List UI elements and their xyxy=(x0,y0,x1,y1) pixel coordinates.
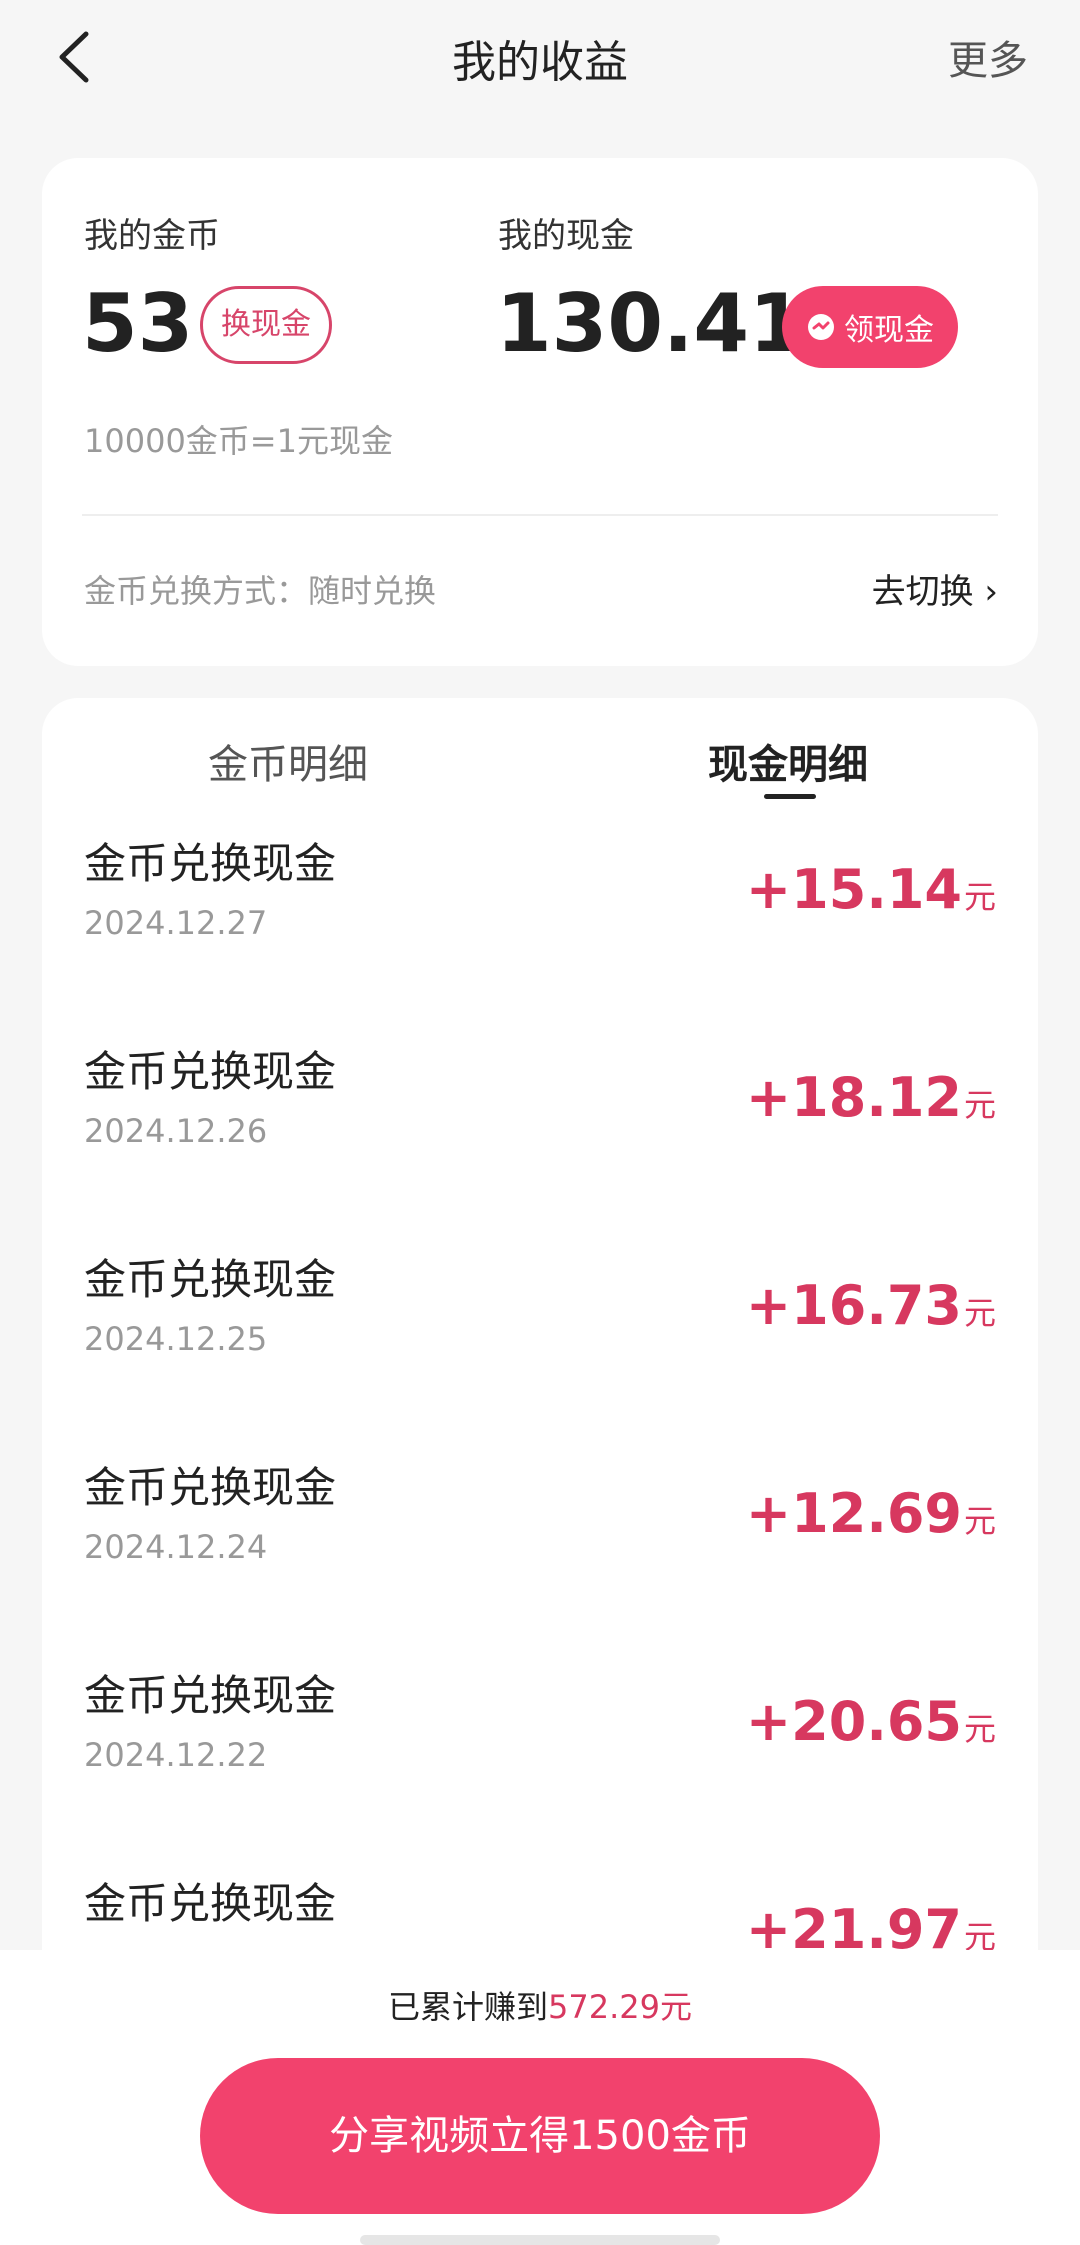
tab-cash-details[interactable]: 现金明细 xyxy=(708,732,868,790)
record-title: 金币兑换现金 xyxy=(84,1879,337,1928)
active-tab-indicator xyxy=(764,794,816,799)
cash-balance: 130.41 xyxy=(496,277,805,370)
coin-label: 我的金币 xyxy=(84,216,220,256)
list-item[interactable]: 金币兑换现金 2024.12.27 +15.14元 xyxy=(42,836,1038,1044)
tab-coin-details[interactable]: 金币明细 xyxy=(208,732,368,790)
list-item[interactable]: 金币兑换现金 2024.12.22 +20.65元 xyxy=(42,1668,1038,1876)
record-title: 金币兑换现金 xyxy=(84,1463,337,1512)
record-date: 2024.12.24 xyxy=(84,1528,268,1566)
claim-cash-label: 领现金 xyxy=(844,313,934,348)
record-amount: +18.12元 xyxy=(745,1066,996,1129)
record-date: 2024.12.27 xyxy=(84,904,268,942)
list-item[interactable]: 金币兑换现金 2024.12.25 +16.73元 xyxy=(42,1252,1038,1460)
record-date: 2024.12.25 xyxy=(84,1320,268,1358)
record-amount: +16.73元 xyxy=(745,1274,996,1337)
record-date: 2024.12.26 xyxy=(84,1112,268,1150)
cash-record-list: 金币兑换现金 2024.12.27 +15.14元 金币兑换现金 2024.12… xyxy=(42,836,1038,2018)
home-indicator xyxy=(360,2235,720,2245)
record-title: 金币兑换现金 xyxy=(84,1255,337,1304)
list-item[interactable]: 金币兑换现金 2024.12.26 +18.12元 xyxy=(42,1044,1038,1252)
record-amount: +12.69元 xyxy=(745,1482,996,1545)
exchange-method-text: 金币兑换方式：随时兑换 xyxy=(84,572,437,610)
wechat-icon xyxy=(808,314,834,340)
record-title: 金币兑换现金 xyxy=(84,1671,337,1720)
balance-card: 我的金币 53 换现金 我的现金 130.41 领现金 10000金币=1元现金… xyxy=(42,158,1038,666)
record-title: 金币兑换现金 xyxy=(84,1047,337,1096)
page-title: 我的收益 xyxy=(452,37,628,88)
record-date: 2024.12.22 xyxy=(84,1736,268,1774)
bottom-panel: 已累计赚到572.29元 分享视频立得1500金币 xyxy=(0,1950,1080,2245)
details-card: 金币明细 现金明细 金币兑换现金 2024.12.27 +15.14元 金币兑换… xyxy=(42,698,1038,2018)
share-video-button[interactable]: 分享视频立得1500金币 xyxy=(200,2058,880,2214)
record-amount: +20.65元 xyxy=(745,1690,996,1753)
divider xyxy=(82,514,998,516)
record-title: 金币兑换现金 xyxy=(84,839,337,888)
coin-balance: 53 xyxy=(82,277,194,370)
top-bar: 我的收益 更多 xyxy=(0,0,1080,110)
more-button[interactable]: 更多 xyxy=(948,28,1028,86)
total-earned: 已累计赚到572.29元 xyxy=(388,1988,692,2026)
claim-cash-button[interactable]: 领现金 xyxy=(782,286,958,368)
exchange-cash-button[interactable]: 换现金 xyxy=(200,286,332,364)
list-item[interactable]: 金币兑换现金 2024.12.24 +12.69元 xyxy=(42,1460,1038,1668)
cash-label: 我的现金 xyxy=(498,216,634,256)
switch-method-link[interactable]: 去切换 › xyxy=(872,564,998,613)
record-amount: +15.14元 xyxy=(745,858,996,921)
exchange-rate-text: 10000金币=1元现金 xyxy=(84,422,393,460)
